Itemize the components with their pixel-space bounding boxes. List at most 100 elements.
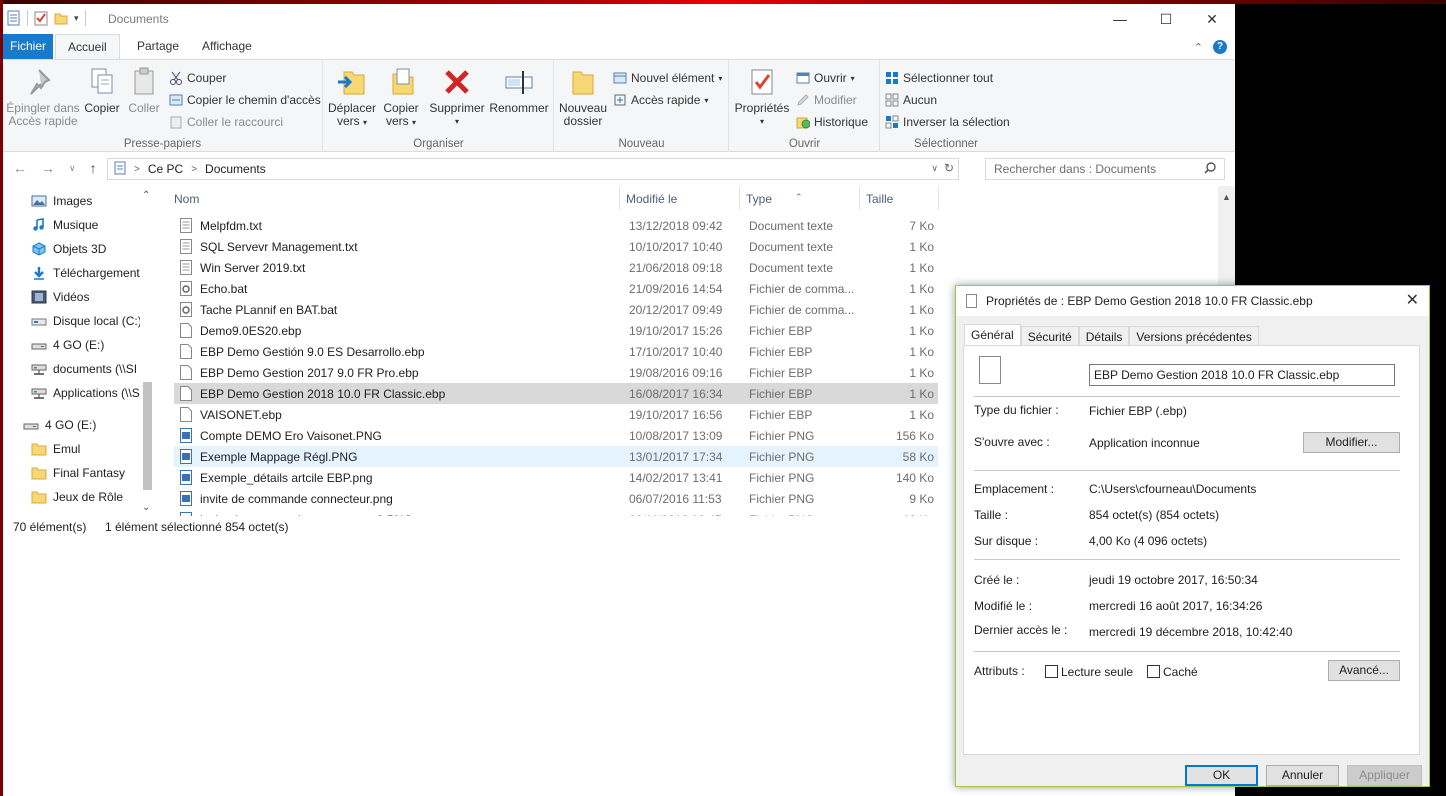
nav-item[interactable]: Vidéos <box>31 286 140 308</box>
scrollbar-thumb[interactable] <box>143 382 152 490</box>
forward-arrow-icon[interactable]: → <box>41 160 55 176</box>
file-row[interactable]: EBP Demo Gestion 2017 9.0 FR Pro.ebp 19/0… <box>174 362 938 383</box>
nav-item[interactable]: Téléchargement <box>31 262 140 284</box>
move-to-button[interactable]: Déplacer vers ▾ <box>328 66 376 129</box>
file-row[interactable]: SQL Servevr Management.txt 10/10/2017 10:… <box>174 236 938 257</box>
close-icon[interactable]: ✕ <box>1189 4 1235 34</box>
file-row[interactable]: Echo.bat 21/09/2016 14:54 Fichier de comma… <box>174 278 938 299</box>
file-row[interactable]: Exemple_détails artcile EBP.png 14/02/201… <box>174 467 938 488</box>
nav-item[interactable]: Applications (\\S <box>31 382 140 404</box>
nav-item[interactable]: 4 GO (E:) <box>31 334 140 356</box>
collapse-ribbon-icon[interactable]: ⌃ <box>1194 41 1203 54</box>
properties-button[interactable]: Propriétés ▾ <box>734 66 790 128</box>
column-type[interactable]: Type <box>746 192 772 206</box>
edit-button[interactable]: Modifier <box>796 90 857 110</box>
modify-button[interactable]: Modifier... <box>1303 432 1400 453</box>
history-button[interactable]: Historique <box>796 112 868 132</box>
recent-locations-chevron-icon[interactable]: ∨ <box>69 163 76 176</box>
new-folder-button[interactable]: Nouveau dossier <box>557 66 609 128</box>
file-row[interactable]: Exemple Mappage Régl.PNG 13/01/2017 17:34… <box>174 446 938 467</box>
copy-to-button[interactable]: Copier vers ▾ <box>378 66 424 129</box>
nav-item[interactable]: Emul <box>31 438 140 460</box>
advanced-button[interactable]: Avancé... <box>1328 660 1400 681</box>
select-all-button[interactable]: Sélectionner tout <box>885 68 993 88</box>
file-row[interactable]: Win Server 2019.txt 21/06/2018 09:18 Docum… <box>174 257 938 278</box>
tab-affichage[interactable]: Affichage <box>190 34 264 59</box>
readonly-label[interactable]: Lecture seule <box>1061 665 1133 679</box>
tab-details[interactable]: Détails <box>1078 326 1130 347</box>
file-row[interactable]: Melpfdm.txt 13/12/2018 09:42 Document text… <box>174 215 938 236</box>
properties-dropdown-icon[interactable]: ▾ <box>734 115 790 128</box>
customize-toolbar-chevron-icon[interactable]: ▾ <box>74 13 79 24</box>
column-name[interactable]: Nom <box>174 192 199 206</box>
invert-selection-button[interactable]: Inverser la sélection <box>885 112 1010 132</box>
nav-item[interactable]: Objets 3D <box>31 238 140 260</box>
tab-partage[interactable]: Partage <box>125 34 191 59</box>
tab-general[interactable]: Général <box>964 324 1021 347</box>
tab-fichier[interactable]: Fichier <box>3 34 53 59</box>
cut-button[interactable]: Couper <box>169 68 226 88</box>
new-folder-icon[interactable] <box>54 10 68 26</box>
column-divider[interactable] <box>739 186 740 210</box>
up-arrow-icon[interactable]: ↑ <box>90 160 97 176</box>
column-size[interactable]: Taille <box>866 192 893 206</box>
file-row[interactable]: Compte DEMO Ero Vaisonet.PNG 10/08/2017 1… <box>174 425 938 446</box>
copy-button[interactable]: Copier <box>83 66 121 115</box>
paste-button[interactable]: Coller <box>125 66 163 115</box>
hidden-checkbox[interactable] <box>1147 665 1160 678</box>
tab-versions[interactable]: Versions précédentes <box>1129 326 1259 347</box>
file-row[interactable]: invite de commande connecteur.png 06/07/2… <box>174 488 938 509</box>
address-dropdown-icon[interactable]: ∨ <box>931 163 938 174</box>
close-icon[interactable]: ✕ <box>1406 290 1419 310</box>
paste-shortcut-button[interactable]: Coller le raccourci <box>169 112 283 132</box>
file-row[interactable]: EBP Demo Gestion 2018 10.0 FR Classic.eb… <box>174 383 938 404</box>
refresh-icon[interactable]: ↻ <box>944 161 954 175</box>
column-divider[interactable] <box>938 186 939 210</box>
scroll-up-icon[interactable]: ⌃ <box>142 190 150 201</box>
hidden-label[interactable]: Caché <box>1163 665 1198 679</box>
navigation-scrollbar[interactable]: ⌃ ⌄ <box>140 186 155 516</box>
ok-button[interactable]: OK <box>1185 765 1258 786</box>
tab-securite[interactable]: Sécurité <box>1020 326 1079 347</box>
breadcrumb-separator-icon[interactable]: > <box>134 164 140 175</box>
address-bar[interactable]: > Ce PC > Documents ∨ ↻ <box>107 158 959 180</box>
nav-item[interactable]: Images <box>31 190 140 212</box>
copy-path-button[interactable]: Copier le chemin d'accès <box>169 90 321 110</box>
scroll-down-icon[interactable]: ⌄ <box>142 502 150 513</box>
filename-field[interactable]: EBP Demo Gestion 2018 10.0 FR Classic.eb… <box>1089 364 1395 386</box>
checkmark-icon[interactable] <box>34 10 48 26</box>
column-divider[interactable] <box>859 186 860 210</box>
nav-item[interactable]: 4 GO (E:) <box>23 414 140 436</box>
breadcrumb-documents[interactable]: Documents <box>205 162 266 176</box>
file-row[interactable]: Demo9.0ES20.ebp 19/10/2017 15:26 Fichier E… <box>174 320 938 341</box>
properties-icon[interactable] <box>7 10 21 26</box>
file-row[interactable]: VAISONET.ebp 19/10/2017 16:56 Fichier EBP 1… <box>174 404 938 425</box>
tab-accueil[interactable]: Accueil <box>55 34 120 60</box>
file-row[interactable]: invite de commande connecteur_2.PNG09/11… <box>174 509 938 516</box>
help-icon[interactable]: ? <box>1213 40 1227 54</box>
cancel-button[interactable]: Annuler <box>1266 765 1339 786</box>
nav-item[interactable]: Final Fantasy <box>31 462 140 484</box>
minimize-icon[interactable]: — <box>1097 4 1143 34</box>
back-arrow-icon[interactable]: ← <box>13 160 27 176</box>
nav-item[interactable]: Musique <box>31 214 140 236</box>
scroll-up-icon[interactable]: ▲ <box>1222 192 1231 202</box>
search-input[interactable]: Rechercher dans : Documents <box>985 158 1225 180</box>
nav-item[interactable]: Jeux de Rôle <box>31 486 140 508</box>
delete-dropdown-icon[interactable]: ▾ <box>428 115 486 128</box>
column-divider[interactable] <box>619 186 620 210</box>
maximize-icon[interactable]: ☐ <box>1143 4 1189 34</box>
easy-access-button[interactable]: Accès rapide ▾ <box>613 90 708 110</box>
column-modified[interactable]: Modifié le <box>626 192 677 206</box>
select-none-button[interactable]: Aucun <box>885 90 937 110</box>
file-row[interactable]: Tache PLannif en BAT.bat 20/12/2017 09:49… <box>174 299 938 320</box>
breadcrumb-separator-icon[interactable]: > <box>191 164 197 175</box>
breadcrumb-this-pc[interactable]: Ce PC <box>148 162 183 176</box>
nav-item[interactable]: Disque local (C:) <box>31 310 140 332</box>
nav-item[interactable]: documents (\\SI <box>31 358 140 380</box>
delete-button[interactable]: Supprimer ▾ <box>428 66 486 128</box>
pin-quick-access-button[interactable]: Épingler dans Accès rapide <box>5 66 81 128</box>
readonly-checkbox[interactable] <box>1045 665 1058 678</box>
rename-button[interactable]: Renommer <box>488 66 550 115</box>
new-item-button[interactable]: Nouvel élément ▾ <box>613 68 722 88</box>
